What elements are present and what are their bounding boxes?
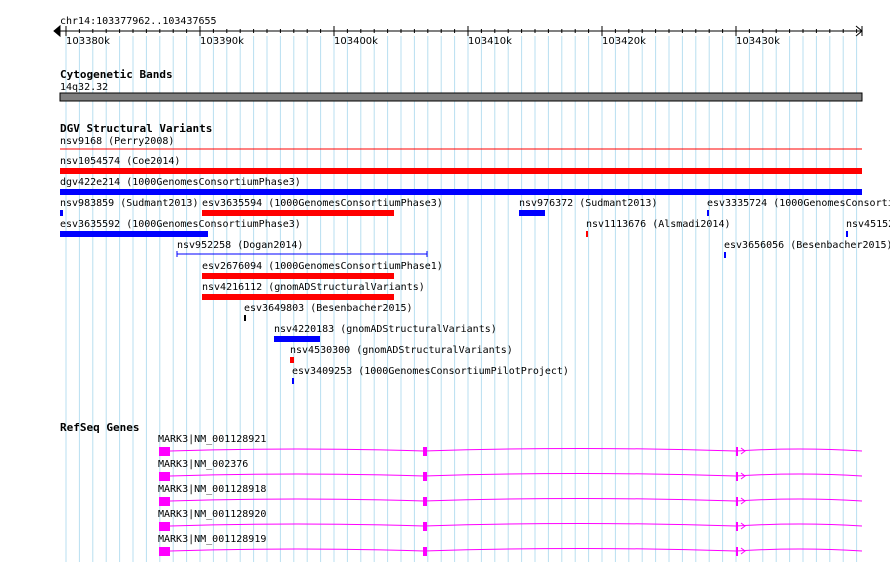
exon-block (423, 547, 427, 556)
variant-label: nsv4216112 (gnomADStructuralVariants) (202, 282, 425, 293)
variant-label: nsv4530300 (gnomADStructuralVariants) (290, 345, 513, 356)
gene-label: MARK3|NM_001128919 (158, 534, 266, 545)
gene-model[interactable] (159, 447, 863, 456)
variant-feature[interactable]: esv3635594 (1000GenomesConsortiumPhase3) (202, 198, 443, 216)
variant-label: nsv9168 (Perry2008) (60, 136, 174, 147)
variant-feature[interactable]: nsv983859 (Sudmant2013) (60, 198, 198, 216)
variant-feature[interactable]: esv2676094 (1000GenomesConsortiumPhase1) (202, 261, 443, 279)
variant-label: nsv1113676 (Alsmadi2014) (586, 219, 731, 230)
gene-label: MARK3|NM_001128921 (158, 434, 266, 445)
ruler-tick-label: 103380k (66, 36, 110, 47)
track-title-dgv: DGV Structural Variants (60, 122, 212, 135)
variant-bar (724, 252, 726, 258)
variant-label: esv3656056 (Besenbacher2015) (724, 240, 890, 251)
variant-bar (60, 189, 862, 195)
intron-line (169, 548, 863, 552)
variant-label: nsv976372 (Sudmant2013) (519, 198, 657, 209)
exon-block (159, 522, 170, 531)
variant-label: esv3635592 (1000GenomesConsortiumPhase3) (60, 219, 301, 230)
variant-label: dgv422e214 (1000GenomesConsortiumPhase3) (60, 177, 301, 188)
exon-block (423, 447, 427, 456)
intron-line (169, 448, 863, 452)
cytoband-label: 14q32.32 (60, 82, 108, 93)
variant-label: nsv45152 (846, 219, 890, 230)
ruler-tick-label: 103410k (468, 36, 512, 47)
variant-bar (60, 210, 63, 216)
intron-line (169, 473, 863, 477)
variant-label: esv3409253 (1000GenomesConsortiumPilotPr… (292, 366, 569, 377)
exon-block (159, 497, 170, 506)
exon-block (159, 472, 170, 481)
variant-feature[interactable]: nsv45152 (846, 219, 890, 237)
exon-block (423, 522, 427, 531)
variant-bar (244, 315, 246, 321)
ruler[interactable]: chr14:103377962..103437655 103380k 10339… (53, 16, 863, 47)
variant-feature[interactable]: dgv422e214 (1000GenomesConsortiumPhase3) (60, 177, 862, 195)
variant-bar (586, 231, 588, 237)
variant-label: nsv1054574 (Coe2014) (60, 156, 180, 167)
ruler-tick-label: 103400k (334, 36, 378, 47)
exon-block (159, 447, 170, 456)
exon-block (736, 522, 738, 531)
gene-model[interactable] (159, 522, 863, 531)
variant-bar (202, 273, 394, 279)
exon-block (159, 547, 170, 556)
gene-model[interactable] (159, 472, 863, 481)
exon-block (423, 472, 427, 481)
variant-label: esv2676094 (1000GenomesConsortiumPhase1) (202, 261, 443, 272)
variant-feature[interactable]: nsv952258 (Dogan2014) (176, 240, 428, 257)
exon-block (736, 497, 738, 506)
variant-feature[interactable]: nsv4216112 (gnomADStructuralVariants) (202, 282, 425, 300)
cytoband-track[interactable]: Cytogenetic Bands 14q32.32 (59, 68, 863, 102)
ruler-tick-label: 103430k (736, 36, 780, 47)
gene-label: MARK3|NM_001128918 (158, 484, 266, 495)
variant-feature[interactable]: nsv9168 (Perry2008) (60, 136, 862, 150)
gene-model[interactable] (159, 497, 863, 506)
locus-label: chr14:103377962..103437655 (60, 16, 217, 27)
gene-list[interactable]: MARK3|NM_001128921 MARK3|NM_002376 MARK3… (158, 434, 863, 556)
variant-feature[interactable]: nsv1054574 (Coe2014) (60, 156, 862, 174)
variant-bar (202, 294, 394, 300)
exon-block (736, 472, 738, 481)
variant-bar (60, 231, 208, 237)
ruler-left-arrow-icon (53, 24, 61, 38)
variant-feature[interactable]: esv3335724 (1000GenomesConsorti (707, 198, 890, 216)
refseq-track[interactable]: RefSeq Genes MARK3|NM_001128921 MARK3|NM… (60, 421, 863, 556)
dgv-track[interactable]: DGV Structural Variants nsv9168 (Perry20… (60, 122, 890, 384)
ruler-tick-label: 103420k (602, 36, 646, 47)
variant-feature[interactable]: esv3635592 (1000GenomesConsortiumPhase3) (60, 219, 301, 237)
gene-label: MARK3|NM_001128920 (158, 509, 266, 520)
variant-bar (519, 210, 545, 216)
intron-line (169, 523, 863, 527)
variant-label: esv3335724 (1000GenomesConsorti (707, 198, 890, 209)
intron-line (169, 498, 863, 502)
variant-label: esv3649803 (Besenbacher2015) (244, 303, 413, 314)
variant-bar (202, 210, 394, 216)
cytoband-bar[interactable] (59, 92, 863, 102)
variant-label: nsv952258 (Dogan2014) (177, 240, 303, 251)
variant-label: nsv983859 (Sudmant2013) (60, 198, 198, 209)
genome-browser-tracks: chr14:103377962..103437655 103380k 10339… (53, 16, 890, 562)
variant-bar (292, 378, 294, 384)
variant-feature[interactable]: nsv4220183 (gnomADStructuralVariants) (274, 324, 497, 342)
variant-label: esv3635594 (1000GenomesConsortiumPhase3) (202, 198, 443, 209)
variant-bar (846, 231, 848, 237)
variant-bar (290, 357, 294, 363)
variant-bar (274, 336, 320, 342)
gene-label: MARK3|NM_002376 (158, 459, 248, 470)
variant-label: nsv4220183 (gnomADStructuralVariants) (274, 324, 497, 335)
variant-bar (707, 210, 709, 216)
ruler-tick-label: 103390k (200, 36, 244, 47)
exon-block (736, 447, 738, 456)
exon-block (736, 547, 738, 556)
track-title-cytoband: Cytogenetic Bands (60, 68, 173, 81)
variant-bar (60, 168, 862, 174)
exon-block (423, 497, 427, 506)
gene-model[interactable] (159, 547, 863, 556)
track-title-refseq: RefSeq Genes (60, 421, 139, 434)
